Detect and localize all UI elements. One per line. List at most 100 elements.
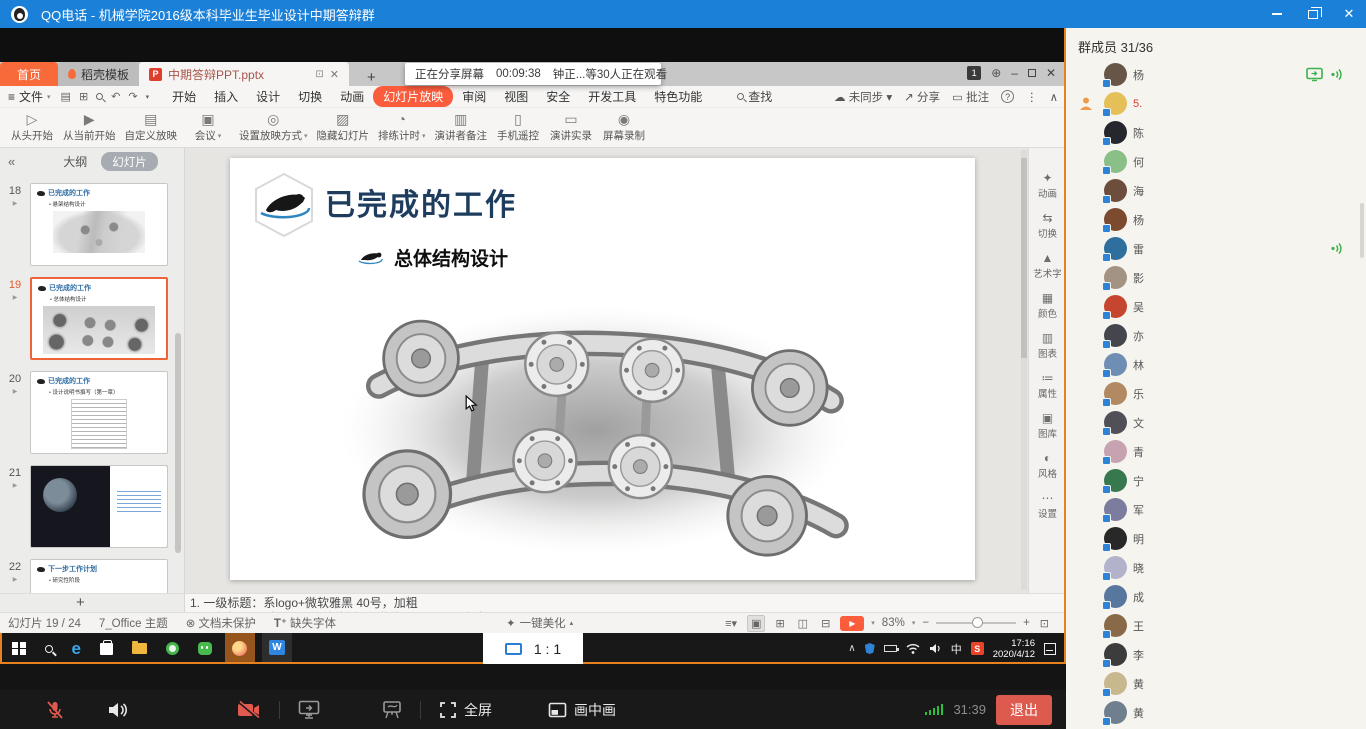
menu-transition[interactable]: 切换 [289,86,331,107]
lecture-record-button[interactable]: ▭ 演讲实录▾ [549,112,593,143]
pip-button[interactable]: 画中画 [548,700,616,720]
fit-slide-button[interactable]: ⊡ [1037,616,1052,631]
theme-name[interactable]: 7_Office 主题 [99,615,168,631]
play-from-current-button[interactable]: ▶ 从当前开始▾ [63,112,116,143]
member-row[interactable]: 军 [1066,495,1366,524]
menu-review[interactable]: 审阅 [453,86,495,107]
tool-animation[interactable]: ✦ 动画 [1038,172,1057,200]
member-row[interactable]: 杨 [1066,205,1366,234]
wps-taskbar-icon[interactable]: W [262,633,292,664]
undo-icon[interactable]: ↶ [111,90,120,103]
menu-animation[interactable]: 动画 [331,86,373,107]
slide-thumbnail[interactable]: 20 ▶ 已完成的工作 设计说明书撰写（第一章） [0,371,184,454]
member-row[interactable]: 5. [1066,89,1366,118]
zoom-level[interactable]: 83% [882,617,905,629]
wifi-icon[interactable] [906,643,920,654]
tab-template-store[interactable]: 稻壳模板 [58,62,139,86]
hide-slide-button[interactable]: ▨ 隐藏幻灯片▾ [317,112,370,143]
member-row[interactable]: 李 [1066,640,1366,669]
tab-slides[interactable]: 幻灯片 [101,152,158,171]
slide-notes[interactable]: 1. 一级标题：系logo+微软雅黑 40号，加粗 2. 二级标题：系logo（… [190,596,490,612]
reading-view-button[interactable]: ◫ [795,616,811,631]
share-ratio-indicator[interactable]: 1 : 1 [483,633,583,664]
battery-icon[interactable] [884,645,897,652]
browser-icon[interactable] [166,642,179,655]
member-row[interactable]: 成 [1066,582,1366,611]
redo-icon[interactable]: ↷ [128,90,137,103]
find-button[interactable]: 查找 [737,88,772,105]
new-tab-button[interactable]: + [361,69,382,86]
slide-thumbnail[interactable]: 21 ▶ 下一步工作计划 [0,465,184,548]
collapse-panel-button[interactable]: « [8,154,15,169]
member-row[interactable]: 晓 [1066,553,1366,582]
sogou-icon[interactable]: S [971,642,984,655]
more-menu-icon[interactable]: ⋮ [1026,90,1038,104]
grid-view-button[interactable]: ⊟ [818,616,833,631]
member-row[interactable]: 海 [1066,176,1366,205]
member-scrollbar[interactable] [1360,203,1364,258]
menu-security[interactable]: 安全 [537,86,579,107]
save-icon[interactable]: ▤ [61,90,71,103]
help-button[interactable]: ? [1001,90,1014,103]
tool-properties[interactable]: ≔ 属性 [1038,372,1057,400]
share-button[interactable]: ↗ 分享 [904,89,940,105]
taskbar-search-icon[interactable] [45,645,53,653]
menu-design[interactable]: 设计 [247,86,289,107]
play-from-start-button[interactable]: ▷ 从头开始▾ [10,112,54,143]
member-row[interactable]: 王 [1066,611,1366,640]
close-button[interactable]: ✕ [1338,4,1360,24]
tool-color[interactable]: ▦ 颜色 [1038,292,1057,320]
member-row[interactable]: 吴 [1066,292,1366,321]
exit-call-button[interactable]: 退出 [996,695,1052,725]
member-row[interactable]: 杨 [1066,60,1366,89]
action-center-icon[interactable] [1044,643,1056,655]
slide-thumbnail[interactable]: 18 ▶ 已完成的工作 悬架结构设计 [0,183,184,266]
phone-remote-button[interactable]: ▯ 手机遥控▾ [496,112,540,143]
member-row[interactable]: 亦 [1066,321,1366,350]
edge-icon[interactable]: e [72,639,81,659]
beautify-button[interactable]: ✦一键美化▴ [506,615,573,631]
start-button[interactable] [12,642,26,656]
message-badge[interactable]: 1 [967,66,981,80]
tool-gallery[interactable]: ▣ 图库 [1038,412,1057,440]
rehearse-timing-button[interactable]: ◔ 排练计时▾ [378,112,426,143]
member-row[interactable]: 陈 [1066,118,1366,147]
notes-toggle-icon[interactable]: ≡▾ [722,616,740,631]
globe-icon[interactable]: ⊕ [991,66,1001,80]
setup-show-button[interactable]: ◎ 设置放映方式▾ [239,112,308,143]
tool-chart[interactable]: ▥ 图表 [1038,332,1057,360]
close-tab-icon[interactable]: ✕ [330,68,339,81]
file-menu[interactable]: ≡ 文件 ▾ [8,88,51,105]
meeting-button[interactable]: ▣ 会议▾ [186,112,230,143]
member-row[interactable]: 明 [1066,524,1366,553]
member-row[interactable]: 雷 [1066,234,1366,263]
protection-status[interactable]: ⊗文档未保护 [186,615,256,631]
clock[interactable]: 17:162020/4/12 [993,638,1035,660]
wps-close-button[interactable]: ✕ [1046,66,1056,80]
tool-settings[interactable]: ⋯ 设置 [1038,492,1057,520]
speaker-button[interactable] [107,700,129,720]
normal-view-button[interactable]: ▣ [747,615,765,632]
menu-slideshow[interactable]: 幻灯片放映 [373,86,453,107]
member-row[interactable]: 宁 [1066,466,1366,495]
menu-devtools[interactable]: 开发工具 [579,86,645,107]
zoom-slider[interactable] [936,622,1016,624]
menu-view[interactable]: 视图 [495,86,537,107]
sorter-view-button[interactable]: ⊞ [772,616,787,631]
member-row[interactable]: 青 [1066,437,1366,466]
defender-icon[interactable] [865,643,875,654]
preview-icon[interactable] [96,91,103,103]
zoom-in-button[interactable]: + [1023,617,1030,629]
volume-icon[interactable] [929,643,942,654]
wps-maximize-button[interactable] [1028,69,1036,77]
restore-button[interactable] [1302,4,1324,24]
tray-expand-icon[interactable]: ∧ [848,643,855,654]
current-slide[interactable]: 已完成的工作 总体结构设计 [230,158,975,580]
member-row[interactable]: 黄 [1066,698,1366,727]
store-icon[interactable] [100,643,113,655]
screen-share-button[interactable] [298,700,320,719]
tab-document[interactable]: P 中期答辩PPT.pptx ⊡ ✕ [139,62,349,86]
menu-start[interactable]: 开始 [163,86,205,107]
whiteboard-button[interactable] [382,700,402,719]
canvas-scrollbar[interactable] [1021,150,1027,590]
